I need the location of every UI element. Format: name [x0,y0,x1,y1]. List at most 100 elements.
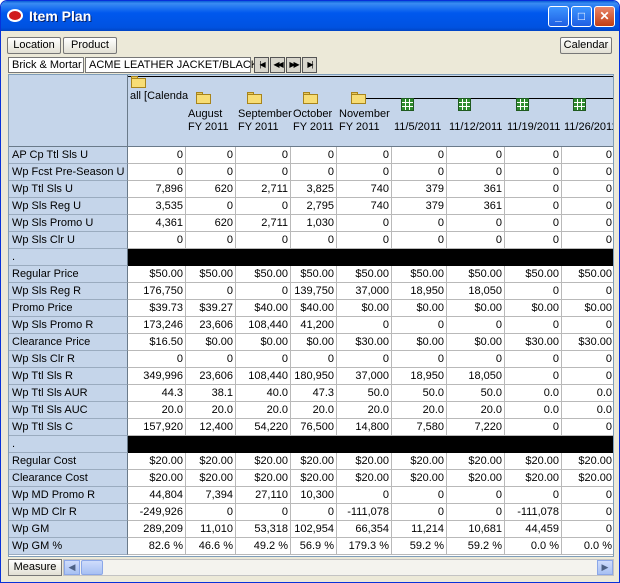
table-cell[interactable]: 0.0 [505,402,562,418]
table-cell[interactable]: 179.3 % [337,538,392,554]
table-cell[interactable]: 108,440 [236,317,291,333]
measure-row-header[interactable]: Wp Sls Clr U [9,232,128,249]
table-cell[interactable]: 7,580 [392,419,447,435]
table-cell[interactable]: 0 [186,147,236,163]
table-cell[interactable]: 0 [128,164,186,180]
table-cell[interactable]: 20.0 [392,402,447,418]
table-cell[interactable]: 0 [128,147,186,163]
table-cell[interactable]: 0 [392,215,447,231]
table-cell[interactable]: 44,459 [505,521,562,537]
table-cell[interactable]: 0 [291,164,337,180]
table-cell[interactable]: 0 [505,368,562,384]
table-cell[interactable]: 0 [505,232,562,248]
table-cell[interactable]: 0 [562,419,613,435]
table-cell[interactable]: $30.00 [337,334,392,350]
table-cell[interactable]: $50.00 [236,266,291,282]
maximize-button[interactable]: □ [571,6,592,27]
table-cell[interactable]: $0.00 [392,334,447,350]
table-cell[interactable]: $0.00 [291,334,337,350]
table-cell[interactable]: 66,354 [337,521,392,537]
scroll-thumb[interactable] [81,560,103,575]
next-page-button[interactable]: ▶▶ [286,57,301,73]
table-cell[interactable]: 0 [392,351,447,367]
table-cell[interactable]: 173,246 [128,317,186,333]
week-grid-icon[interactable] [458,98,471,111]
table-cell[interactable]: 0 [291,232,337,248]
first-page-button[interactable]: |◀ [254,57,269,73]
measure-row-header[interactable]: Wp Sls Promo U [9,215,128,232]
table-cell[interactable]: 20.0 [236,402,291,418]
table-cell[interactable]: 0 [186,283,236,299]
week-grid-icon[interactable] [516,98,529,111]
table-cell[interactable]: 379 [392,181,447,197]
table-cell[interactable]: 139,750 [291,283,337,299]
table-cell[interactable]: 14,800 [337,419,392,435]
table-cell[interactable]: 0 [562,317,613,333]
table-cell[interactable]: 0 [447,232,505,248]
table-cell[interactable]: 289,209 [128,521,186,537]
table-cell[interactable]: 0 [447,504,505,520]
week-grid-icon[interactable] [573,98,586,111]
table-cell[interactable]: 108,440 [236,368,291,384]
table-cell[interactable]: 0 [236,232,291,248]
table-cell[interactable]: $20.00 [505,470,562,486]
table-cell[interactable]: $50.00 [128,266,186,282]
minimize-button[interactable]: _ [548,6,569,27]
table-cell[interactable]: 0 [562,487,613,503]
table-cell[interactable]: $39.73 [128,300,186,316]
table-cell[interactable]: 20.0 [447,402,505,418]
table-cell[interactable]: $0.00 [236,334,291,350]
measure-row-header[interactable]: Wp MD Clr R [9,504,128,521]
table-cell[interactable]: 0 [505,283,562,299]
table-cell[interactable]: 0 [562,283,613,299]
table-cell[interactable]: 76,500 [291,419,337,435]
table-cell[interactable]: 0 [186,351,236,367]
table-cell[interactable]: 38.1 [186,385,236,401]
table-cell[interactable]: 20.0 [337,402,392,418]
measure-button[interactable]: Measure [8,559,62,576]
table-cell[interactable]: 0.0 [562,402,613,418]
table-cell[interactable]: 0 [236,164,291,180]
table-cell[interactable]: 1,030 [291,215,337,231]
table-cell[interactable]: 0 [236,351,291,367]
measure-row-header[interactable]: Wp Sls Reg U [9,198,128,215]
table-cell[interactable]: 379 [392,198,447,214]
measure-row-header[interactable]: AP Cp Ttl Sls U [9,147,128,164]
table-cell[interactable]: 46.6 % [186,538,236,554]
table-cell[interactable]: 37,000 [337,283,392,299]
measure-row-header[interactable]: Wp GM [9,521,128,538]
table-cell[interactable]: 0 [337,164,392,180]
table-cell[interactable]: 0 [337,215,392,231]
table-cell[interactable]: 0 [186,504,236,520]
measure-row-header[interactable]: Wp GM % [9,538,128,555]
table-cell[interactable]: $0.00 [392,300,447,316]
table-cell[interactable]: 176,750 [128,283,186,299]
table-cell[interactable]: $20.00 [562,453,613,469]
table-cell[interactable]: 0 [562,215,613,231]
table-cell[interactable]: $20.00 [392,470,447,486]
table-cell[interactable]: $20.00 [128,470,186,486]
table-cell[interactable]: 0 [447,317,505,333]
measure-row-header[interactable]: Clearance Price [9,334,128,351]
table-cell[interactable]: $0.00 [186,334,236,350]
table-cell[interactable]: 3,535 [128,198,186,214]
table-cell[interactable]: 0.0 [562,385,613,401]
table-cell[interactable]: 18,950 [392,283,447,299]
table-cell[interactable]: 0.0 [505,385,562,401]
table-cell[interactable]: 0 [505,181,562,197]
table-cell[interactable]: $0.00 [447,334,505,350]
measure-row-header[interactable]: Wp Ttl Sls R [9,368,128,385]
table-cell[interactable]: 0 [562,147,613,163]
table-cell[interactable]: 0 [562,232,613,248]
table-cell[interactable]: $20.00 [337,453,392,469]
table-cell[interactable]: 740 [337,181,392,197]
table-cell[interactable]: 180,950 [291,368,337,384]
separator-row-header[interactable]: . [9,249,128,266]
table-cell[interactable]: 0 [562,351,613,367]
scroll-right-button[interactable]: ▶ [597,560,613,575]
table-cell[interactable]: $20.00 [392,453,447,469]
table-cell[interactable]: 41,200 [291,317,337,333]
folder-open-icon[interactable] [131,76,147,88]
table-cell[interactable]: 59.2 % [447,538,505,554]
table-cell[interactable]: 0 [505,147,562,163]
